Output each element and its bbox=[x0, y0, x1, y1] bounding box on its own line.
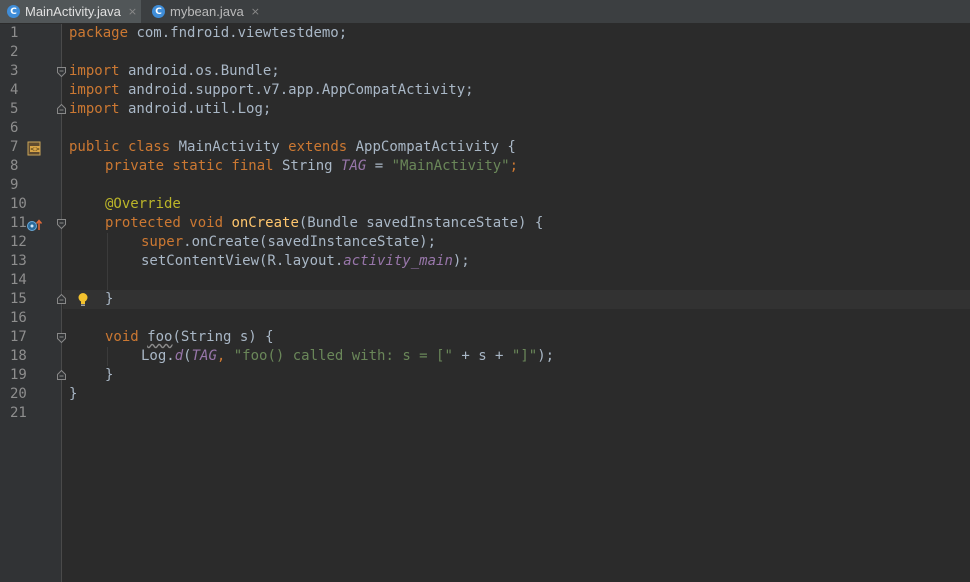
code-text: ; bbox=[509, 158, 519, 174]
code-text: .onCreate(savedInstanceState); bbox=[183, 234, 437, 250]
override-method-icon[interactable] bbox=[26, 217, 44, 231]
code-line-18: Log.d(TAG, "foo() called with: s = [" + … bbox=[141, 347, 554, 366]
keyword: super bbox=[141, 234, 184, 250]
static-field: TAG bbox=[191, 348, 217, 364]
java-class-icon: C bbox=[152, 5, 165, 18]
editor-tab-bar: C MainActivity.java × C mybean.java × bbox=[0, 0, 970, 24]
code-line-13: setContentView(R.layout.activity_main); bbox=[141, 252, 470, 271]
code-text: AppCompatActivity { bbox=[347, 139, 516, 155]
code-line-8: private static final String TAG = "MainA… bbox=[105, 157, 518, 176]
class-file-icon[interactable]: <> bbox=[27, 141, 43, 156]
code-text: = bbox=[366, 158, 392, 174]
keyword: extends bbox=[288, 139, 348, 155]
code-line-3: import android.os.Bundle; bbox=[69, 62, 280, 81]
line-number: 14 bbox=[10, 272, 27, 288]
tab-mainactivity[interactable]: C MainActivity.java × bbox=[0, 0, 141, 23]
method-name: onCreate bbox=[223, 215, 299, 231]
code-text: + s + bbox=[452, 348, 512, 364]
keyword: package bbox=[69, 25, 129, 41]
keyword: import bbox=[69, 63, 120, 79]
code-text: , bbox=[216, 348, 234, 364]
string-literal: "foo() called with: s = [" bbox=[233, 348, 453, 364]
close-icon[interactable]: × bbox=[128, 5, 137, 18]
code-text: ( bbox=[183, 348, 192, 364]
fold-marker-icon[interactable] bbox=[57, 219, 66, 229]
line-number: 2 bbox=[10, 44, 19, 60]
code-line-17: void foo(String s) { bbox=[105, 328, 274, 347]
line-number: 13 bbox=[10, 253, 27, 269]
tab-mybean[interactable]: C mybean.java × bbox=[145, 0, 263, 23]
code-text: ); bbox=[452, 253, 470, 269]
line-number: 8 bbox=[10, 158, 19, 174]
current-line-highlight bbox=[63, 290, 970, 309]
close-icon[interactable]: × bbox=[251, 5, 260, 18]
line-number: 3 bbox=[10, 63, 19, 79]
fold-marker-icon[interactable] bbox=[57, 333, 66, 343]
code-line-12: super.onCreate(savedInstanceState); bbox=[141, 233, 436, 252]
code-text: String bbox=[273, 158, 342, 174]
line-number: 9 bbox=[10, 177, 19, 193]
code-text: } bbox=[105, 291, 114, 307]
code-line-20: } bbox=[69, 385, 77, 404]
line-number: 20 bbox=[10, 386, 27, 402]
code-line-5: import android.util.Log; bbox=[69, 100, 271, 119]
code-text: com.fndroid.viewtestdemo; bbox=[128, 25, 348, 41]
line-number: 12 bbox=[10, 234, 27, 250]
code-text: android.os.Bundle; bbox=[119, 63, 280, 79]
line-number: 21 bbox=[10, 405, 27, 421]
tab-label: MainActivity.java bbox=[25, 4, 121, 19]
line-number: 18 bbox=[10, 348, 27, 364]
static-field: TAG bbox=[341, 158, 367, 174]
lightbulb-icon[interactable] bbox=[77, 292, 89, 307]
code-line-15: } bbox=[105, 290, 113, 309]
string-literal: "MainActivity" bbox=[391, 158, 510, 174]
code-text: Log. bbox=[141, 348, 175, 364]
keyword: public class bbox=[69, 139, 171, 155]
fold-end-marker-icon[interactable] bbox=[57, 370, 66, 380]
svg-text:<>: <> bbox=[30, 146, 40, 153]
line-number: 5 bbox=[10, 101, 19, 117]
code-text: } bbox=[69, 386, 78, 402]
fold-end-marker-icon[interactable] bbox=[57, 294, 66, 304]
code-text: android.support.v7.app.AppCompatActivity… bbox=[119, 82, 474, 98]
annotation: @Override bbox=[105, 196, 181, 212]
string-literal: "]" bbox=[511, 348, 538, 364]
static-method: d bbox=[174, 348, 184, 364]
code-line-4: import android.support.v7.app.AppCompatA… bbox=[69, 81, 474, 100]
line-number: 10 bbox=[10, 196, 27, 212]
code-line-10: @Override bbox=[105, 195, 181, 214]
code-line-19: } bbox=[105, 366, 113, 385]
line-number: 16 bbox=[10, 310, 27, 326]
keyword: void bbox=[105, 329, 139, 345]
keyword: protected void bbox=[105, 215, 224, 231]
code-line-11: protected void onCreate(Bundle savedInst… bbox=[105, 214, 543, 233]
code-line-1: package com.fndroid.viewtestdemo; bbox=[69, 24, 347, 43]
line-number: 17 bbox=[10, 329, 27, 345]
code-text: (String s) { bbox=[172, 329, 274, 345]
keyword: import bbox=[69, 101, 120, 117]
indent-guide bbox=[107, 233, 108, 290]
code-text: ); bbox=[537, 348, 555, 364]
method-name-unused: foo bbox=[147, 329, 173, 345]
indent-guide bbox=[107, 347, 108, 366]
line-number: 19 bbox=[10, 367, 27, 383]
tab-label: mybean.java bbox=[170, 4, 244, 19]
keyword: import bbox=[69, 82, 120, 98]
line-number: 1 bbox=[10, 25, 19, 41]
fold-end-marker-icon[interactable] bbox=[57, 104, 66, 114]
fold-marker-icon[interactable] bbox=[57, 67, 66, 77]
code-text: MainActivity bbox=[170, 139, 289, 155]
static-field: activity_main bbox=[343, 253, 453, 269]
line-number: 4 bbox=[10, 82, 19, 98]
line-number: 15 bbox=[10, 291, 27, 307]
java-class-icon: C bbox=[7, 5, 20, 18]
keyword: private static final bbox=[105, 158, 274, 174]
line-number: 6 bbox=[10, 120, 19, 136]
code-text: android.util.Log; bbox=[119, 101, 272, 117]
code-text: } bbox=[105, 367, 114, 383]
code-text: setContentView(R.layout. bbox=[141, 253, 344, 269]
code-line-7: public class MainActivity extends AppCom… bbox=[69, 138, 516, 157]
code-text: (Bundle savedInstanceState) { bbox=[298, 215, 544, 231]
